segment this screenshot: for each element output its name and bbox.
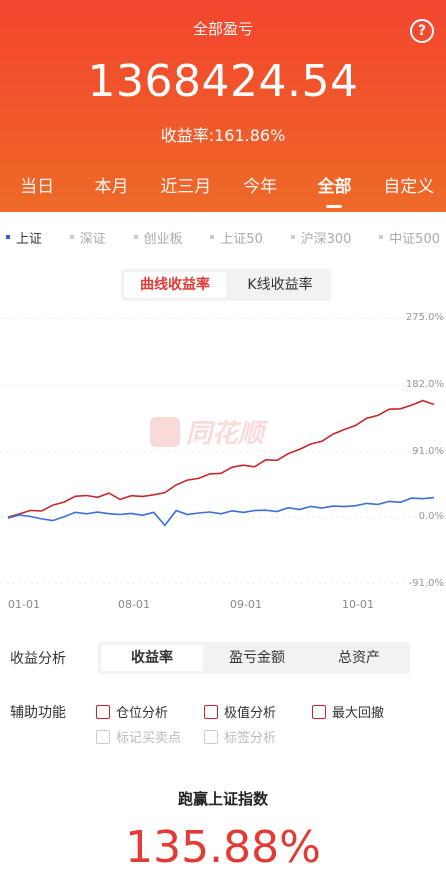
- analysis-label: 收益分析: [10, 651, 66, 667]
- index-selector: 上证 深证 创业板 上证50 沪深300 中证500: [0, 222, 446, 252]
- checkbox-icon: [312, 704, 326, 719]
- position-analysis-checkbox[interactable]: 仓位分析: [96, 702, 168, 721]
- tab-year[interactable]: 今年: [223, 172, 297, 212]
- index-shenzhen[interactable]: 深证: [69, 222, 106, 252]
- checkbox-icon: [96, 729, 110, 744]
- series-dot-icon: [290, 235, 295, 239]
- index-label: 中证500: [389, 231, 440, 247]
- series-dot-icon: [210, 235, 215, 239]
- chart-mode-toggle: 曲线收益率 K线收益率: [121, 269, 331, 301]
- checkbox-icon: [96, 704, 110, 719]
- y-tick-label: 275.0%: [405, 312, 444, 323]
- analysis-amount-option[interactable]: 盈亏金额: [206, 642, 308, 674]
- mark-trades-checkbox: 标记买卖点: [96, 727, 181, 746]
- index-return-line: [7, 496, 435, 527]
- tab-3months[interactable]: 近三月: [149, 172, 223, 212]
- beat-index-title: 跑赢上证指数: [177, 790, 268, 808]
- extreme-analysis-checkbox[interactable]: 极值分析: [204, 702, 276, 721]
- y-tick-label: -91.0%: [408, 578, 444, 589]
- analysis-assets-option[interactable]: 总资产: [308, 642, 410, 674]
- index-label: 创业板: [143, 231, 183, 247]
- index-label: 上证50: [220, 231, 263, 247]
- series-dot-icon: [69, 235, 74, 239]
- analysis-rate-option[interactable]: 收益率: [101, 645, 203, 671]
- checkbox-icon: [204, 704, 218, 719]
- portfolio-return-line: [7, 399, 435, 518]
- index-label: 沪深300: [300, 231, 352, 247]
- checkbox-label: 标签分析: [224, 731, 277, 746]
- tab-all[interactable]: 全部: [297, 172, 371, 212]
- tab-custom[interactable]: 自定义: [372, 172, 446, 212]
- y-tick-label: 0.0%: [418, 511, 444, 522]
- checkbox-label: 仓位分析: [116, 706, 169, 721]
- profit-rate: 收益率:161.86%: [160, 126, 286, 145]
- question-circle-icon[interactable]: ?: [410, 19, 434, 43]
- series-dot-icon: [133, 235, 138, 239]
- tag-analysis-checkbox: 标签分析: [204, 727, 276, 746]
- max-drawdown-checkbox[interactable]: 最大回撤: [312, 702, 384, 721]
- index-csi500[interactable]: 中证500: [379, 222, 440, 252]
- analysis-segmented: 收益率 盈亏金额 总资产: [98, 642, 410, 674]
- tab-today[interactable]: 当日: [0, 172, 74, 212]
- tab-month[interactable]: 本月: [74, 172, 148, 212]
- period-tabs: 当日 本月 近三月 今年 全部 自定义: [0, 172, 446, 212]
- kline-rate-option[interactable]: K线收益率: [229, 269, 331, 301]
- series-dot-icon: [6, 235, 10, 239]
- aux-label: 辅助功能: [10, 705, 66, 721]
- x-tick-label: 09-01: [230, 598, 262, 611]
- header: 全部盈亏 ? 1368424.54 收益率:161.86% 当日 本月 近三月 …: [0, 0, 446, 212]
- index-sse50[interactable]: 上证50: [210, 222, 263, 252]
- index-csi300[interactable]: 沪深300: [290, 222, 352, 252]
- index-label: 深证: [79, 231, 106, 247]
- checkbox-label: 标记买卖点: [116, 731, 182, 746]
- checkbox-label: 极值分析: [224, 706, 277, 721]
- checkbox-label: 最大回撤: [332, 706, 385, 721]
- x-tick-label: 10-01: [342, 598, 374, 611]
- index-shanghai[interactable]: 上证: [6, 222, 42, 252]
- checkbox-icon: [204, 729, 218, 744]
- return-chart[interactable]: [0, 305, 446, 615]
- x-tick-label: 08-01: [118, 598, 150, 611]
- y-tick-label: 182.0%: [405, 379, 444, 390]
- page-title: 全部盈亏: [192, 20, 253, 38]
- total-profit: 1368424.54: [87, 56, 359, 107]
- curve-rate-option[interactable]: 曲线收益率: [124, 272, 226, 298]
- index-label: 上证: [16, 231, 43, 247]
- index-chinext[interactable]: 创业板: [133, 222, 183, 252]
- series-dot-icon: [379, 235, 384, 239]
- x-tick-label: 01-01: [8, 598, 40, 611]
- y-tick-label: 91.0%: [412, 446, 444, 457]
- beat-index-value: 135.88%: [125, 822, 321, 873]
